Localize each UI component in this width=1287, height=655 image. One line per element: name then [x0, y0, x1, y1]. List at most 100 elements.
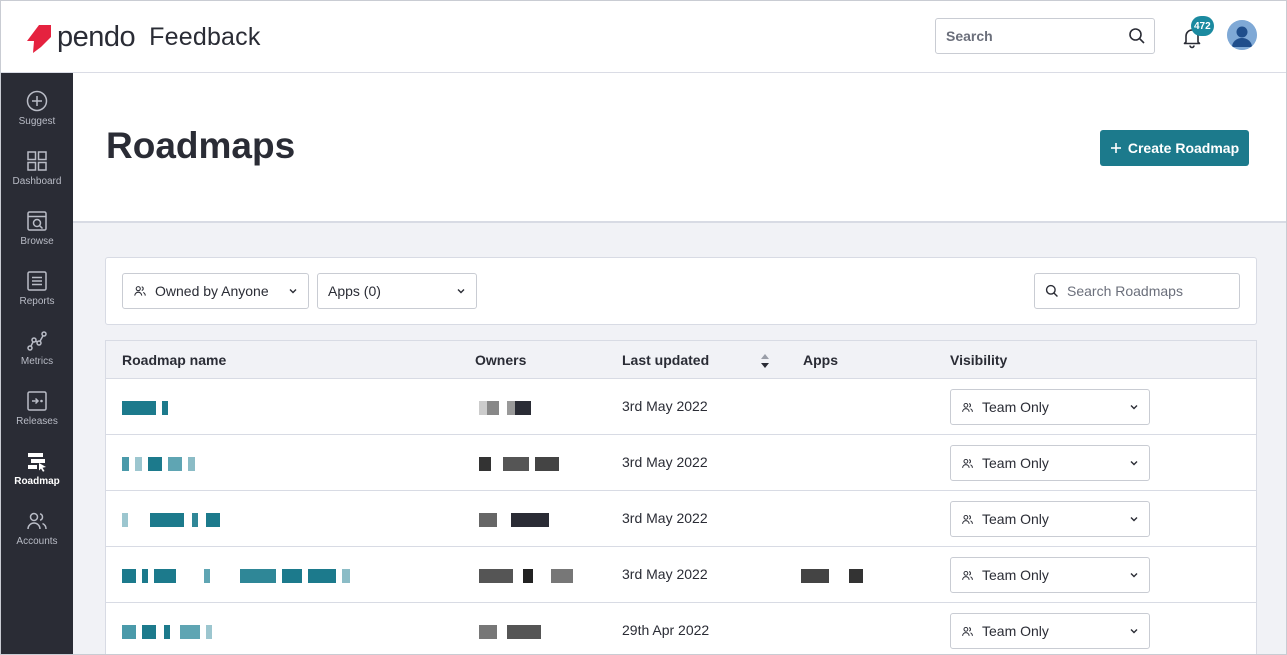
- apps-filter-value: Apps (0): [328, 283, 381, 299]
- sidebar-item-label: Releases: [16, 416, 58, 427]
- chevron-down-icon: [1130, 517, 1138, 522]
- pendo-logo[interactable]: pendo Feedback: [25, 21, 261, 54]
- create-roadmap-label: Create Roadmap: [1127, 140, 1240, 156]
- redacted-owner: [479, 569, 573, 583]
- column-header-name[interactable]: Roadmap name: [122, 352, 226, 368]
- list-icon: [27, 271, 47, 291]
- create-roadmap-button[interactable]: Create Roadmap: [1100, 130, 1249, 166]
- sidebar-item-roadmap[interactable]: Roadmap: [1, 433, 73, 493]
- redacted-owner: [479, 625, 541, 639]
- left-sidebar: Suggest Dashboard Browse Reports Metrics…: [1, 73, 73, 654]
- people-icon: [962, 402, 973, 412]
- sidebar-item-label: Reports: [19, 296, 55, 307]
- main-content: Roadmaps Create Roadmap Owned by Anyone …: [73, 73, 1286, 654]
- global-search-input[interactable]: Search: [935, 18, 1155, 54]
- redacted-roadmap-name[interactable]: [122, 569, 350, 583]
- browse-icon: [27, 211, 47, 231]
- chevron-down-icon: [1130, 629, 1138, 634]
- visibility-dropdown[interactable]: Team Only: [950, 501, 1150, 537]
- notification-badge[interactable]: 472: [1191, 16, 1214, 36]
- search-icon[interactable]: [1128, 27, 1146, 45]
- sidebar-item-suggest[interactable]: Suggest: [1, 73, 73, 133]
- pendo-logo-mark-icon: [27, 24, 51, 53]
- column-header-owners[interactable]: Owners: [475, 352, 526, 368]
- table-row[interactable]: 3rd May 2022 Team Only: [106, 491, 1256, 547]
- last-updated-value: 3rd May 2022: [622, 566, 708, 582]
- last-updated-value: 3rd May 2022: [622, 398, 708, 414]
- people-icon: [962, 514, 973, 524]
- visibility-value: Team Only: [982, 511, 1049, 527]
- apps-filter-dropdown[interactable]: Apps (0): [317, 273, 477, 309]
- redacted-owner: [479, 401, 531, 415]
- roadmap-search-placeholder: Search Roadmaps: [1067, 283, 1183, 299]
- roadmap-search-input[interactable]: Search Roadmaps: [1034, 273, 1240, 309]
- sidebar-item-label: Metrics: [20, 356, 54, 367]
- sidebar-item-label: Browse: [20, 236, 54, 247]
- roadmap-icon: [28, 453, 46, 472]
- chevron-down-icon: [1130, 461, 1138, 466]
- table-header: Roadmap name Owners Last updated Apps Vi…: [106, 341, 1256, 379]
- top-header: pendo Feedback Search 472: [1, 1, 1286, 73]
- page-title: Roadmaps: [106, 125, 296, 166]
- table-row[interactable]: 3rd May 2022 Team Only: [106, 435, 1256, 491]
- sidebar-item-label: Dashboard: [12, 176, 62, 187]
- redacted-roadmap-name[interactable]: [122, 513, 220, 527]
- visibility-dropdown[interactable]: Team Only: [950, 557, 1150, 593]
- visibility-value: Team Only: [982, 623, 1049, 639]
- chevron-down-icon: [457, 289, 465, 294]
- table-row[interactable]: 29th Apr 2022 Team Only: [106, 603, 1256, 654]
- redacted-roadmap-name[interactable]: [122, 457, 195, 471]
- global-search-placeholder: Search: [946, 28, 993, 44]
- metrics-icon: [27, 331, 47, 351]
- people-icon: [962, 458, 973, 468]
- sidebar-item-label: Roadmap: [14, 476, 60, 487]
- sidebar-item-accounts[interactable]: Accounts: [1, 493, 73, 553]
- sort-icon[interactable]: [759, 352, 771, 370]
- title-band: Roadmaps Create Roadmap: [73, 73, 1286, 223]
- people-icon: [27, 512, 47, 530]
- chevron-down-icon: [289, 289, 297, 294]
- visibility-value: Team Only: [982, 567, 1049, 583]
- visibility-dropdown[interactable]: Team Only: [950, 445, 1150, 481]
- search-icon: [1045, 284, 1058, 297]
- sidebar-item-reports[interactable]: Reports: [1, 253, 73, 313]
- chevron-down-icon: [1130, 573, 1138, 578]
- plus-circle-icon: [26, 90, 48, 112]
- product-name: Feedback: [149, 23, 261, 51]
- table-row[interactable]: 3rd May 2022 Team Only: [106, 379, 1256, 435]
- sidebar-item-releases[interactable]: Releases: [1, 373, 73, 433]
- redacted-owner: [479, 513, 549, 527]
- people-icon: [962, 570, 973, 580]
- user-avatar[interactable]: [1227, 20, 1257, 50]
- sidebar-item-browse[interactable]: Browse: [1, 193, 73, 253]
- column-header-apps[interactable]: Apps: [803, 352, 838, 368]
- redacted-owner: [479, 457, 559, 471]
- owner-filter-dropdown[interactable]: Owned by Anyone: [122, 273, 309, 309]
- grid-icon: [27, 151, 47, 171]
- sidebar-item-dashboard[interactable]: Dashboard: [1, 133, 73, 193]
- owner-filter-value: Owned by Anyone: [155, 283, 269, 299]
- releases-icon: [27, 391, 47, 411]
- logo-wordmark: pendo: [57, 21, 136, 53]
- sidebar-item-label: Suggest: [18, 116, 56, 127]
- last-updated-value: 3rd May 2022: [622, 510, 708, 526]
- plus-icon: [1110, 143, 1121, 153]
- sidebar-item-metrics[interactable]: Metrics: [1, 313, 73, 373]
- people-icon: [134, 286, 146, 296]
- people-icon: [962, 626, 973, 636]
- avatar-person-icon: [1227, 20, 1257, 50]
- redacted-roadmap-name[interactable]: [122, 625, 212, 639]
- column-header-last-updated[interactable]: Last updated: [622, 352, 709, 368]
- column-header-visibility[interactable]: Visibility: [950, 352, 1007, 368]
- visibility-value: Team Only: [982, 399, 1049, 415]
- visibility-value: Team Only: [982, 455, 1049, 471]
- visibility-dropdown[interactable]: Team Only: [950, 613, 1150, 649]
- app-window: pendo Feedback Search 472 Suggest Dashbo…: [0, 0, 1287, 655]
- last-updated-value: 29th Apr 2022: [622, 622, 710, 638]
- redacted-roadmap-name[interactable]: [122, 401, 168, 415]
- filter-bar: Owned by Anyone Apps (0) Search Roadmaps: [105, 257, 1257, 325]
- roadmaps-table: Roadmap name Owners Last updated Apps Vi…: [105, 340, 1257, 654]
- visibility-dropdown[interactable]: Team Only: [950, 389, 1150, 425]
- redacted-apps: [801, 569, 863, 583]
- table-row[interactable]: 3rd May 2022 Team Only: [106, 547, 1256, 603]
